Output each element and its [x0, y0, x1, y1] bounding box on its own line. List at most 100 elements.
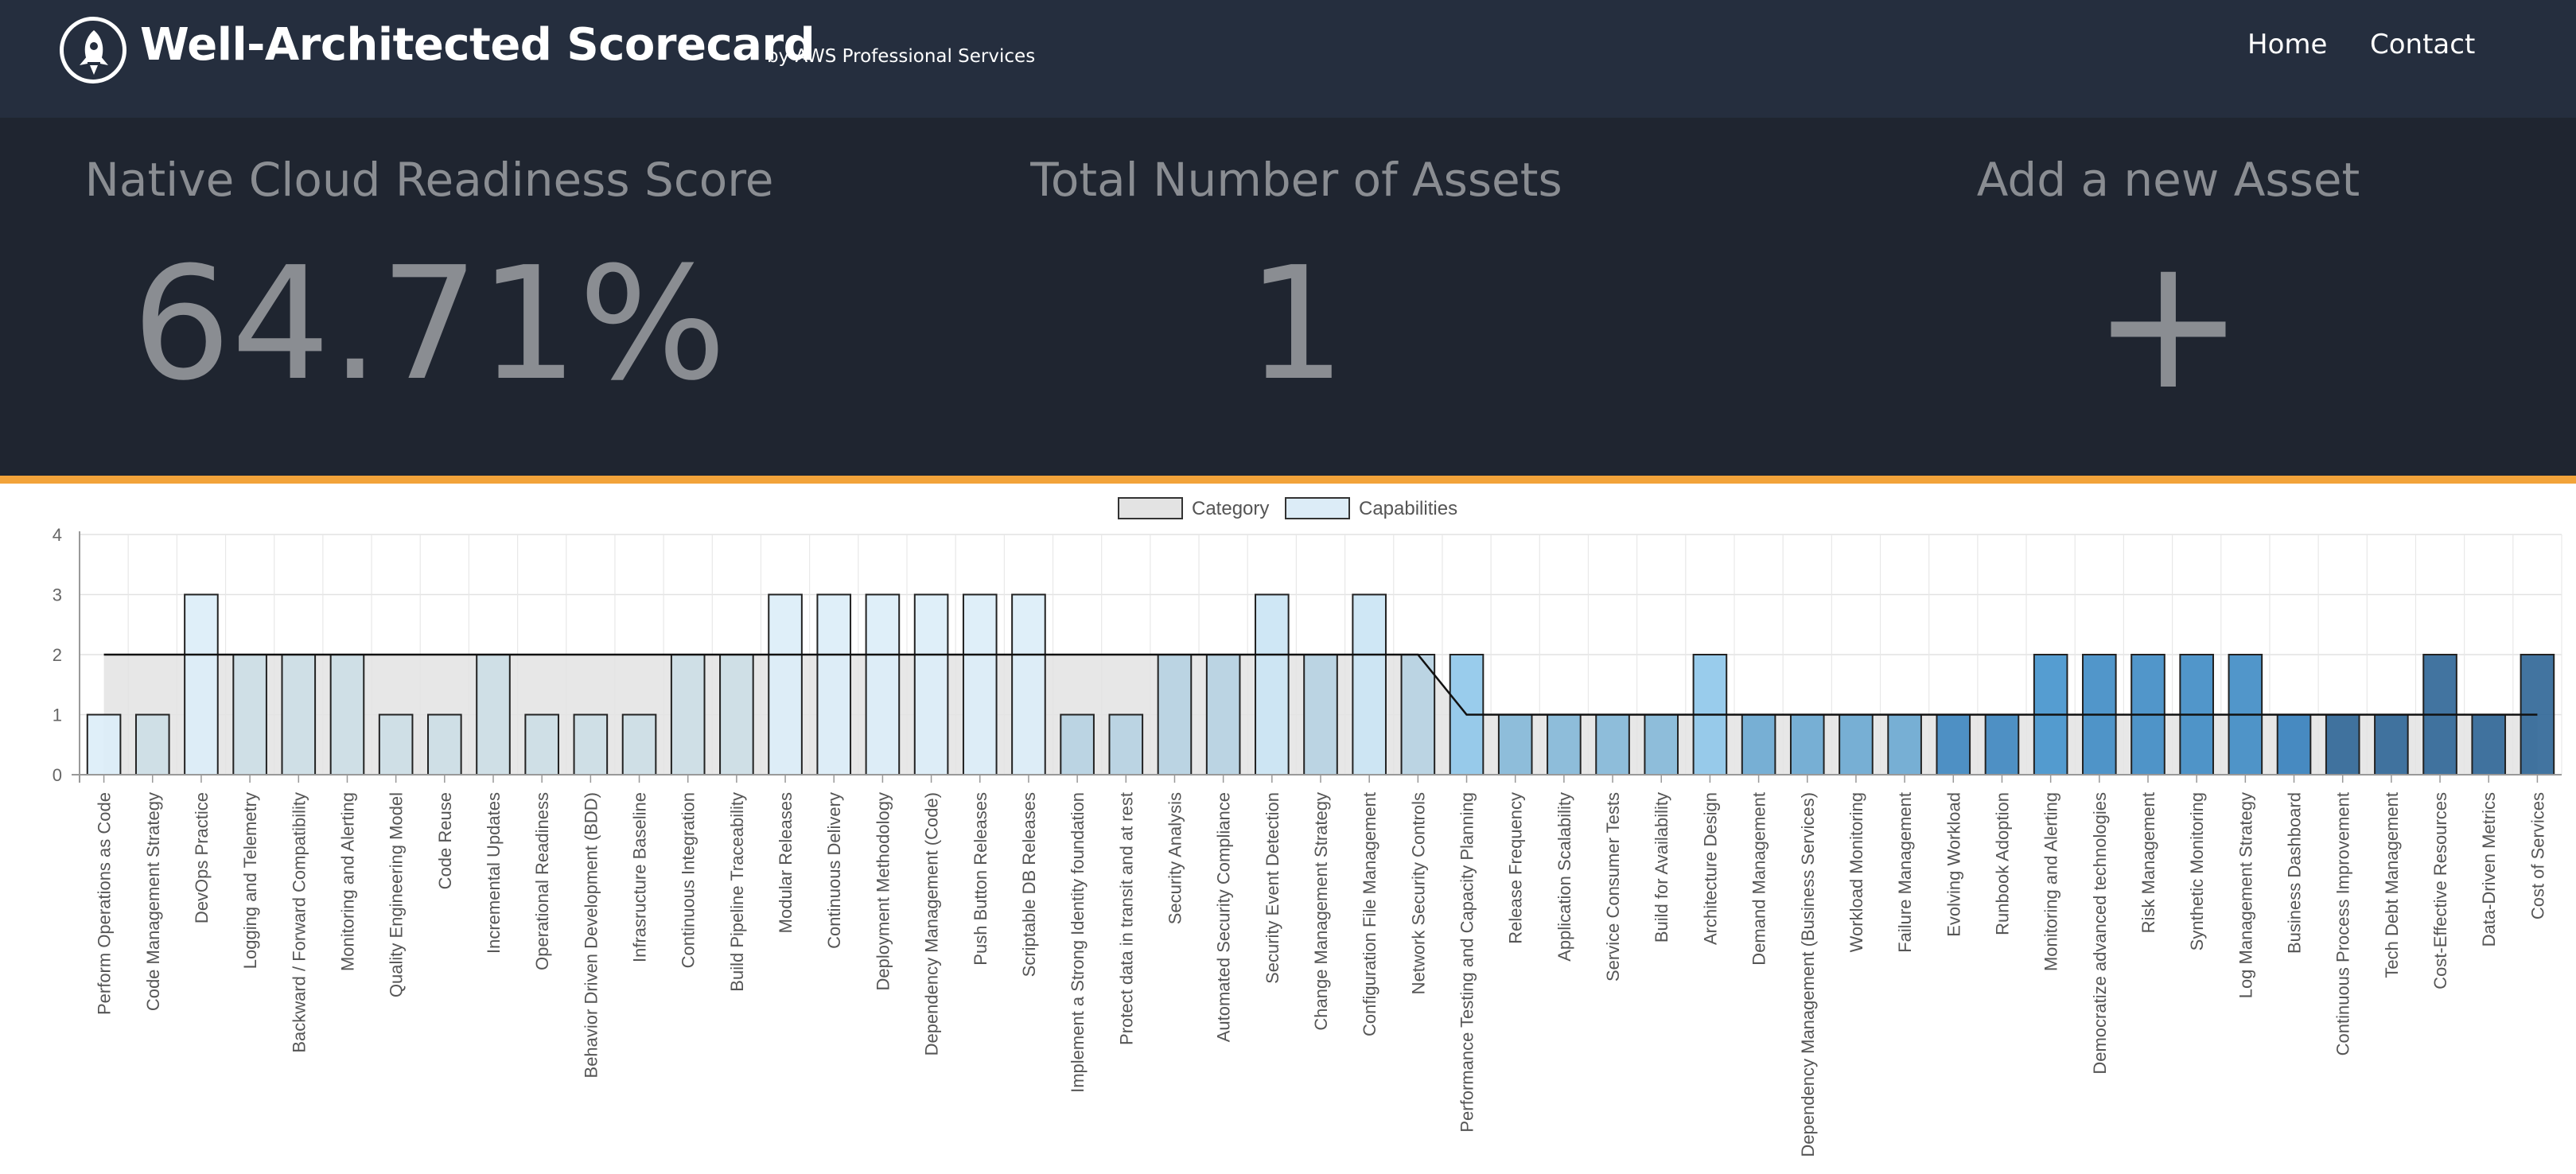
capability-bar [1595, 713, 1630, 776]
x-tick-label: Protect data in transit and at rest [1116, 792, 1136, 1045]
top-navbar: Well-Architected Scorecard by AWS Profes… [0, 0, 2576, 118]
x-tick-label: Push Button Releases [971, 792, 990, 966]
x-tick-label: Logging and Telemetry [240, 792, 260, 969]
capability-bar [670, 654, 706, 776]
x-tick-label: Code Reuse [435, 792, 455, 889]
x-tick-label: DevOps Practice [192, 792, 212, 923]
x-tick-label: Synthetic Monitoring [2187, 792, 2207, 950]
capability-bar [1789, 713, 1825, 776]
asset-count-value: 1 [1247, 234, 1346, 415]
nav-contact-link[interactable]: Contact [2370, 29, 2475, 60]
x-tick-label: Service Consumer Tests [1603, 792, 1623, 982]
x-tick-label: Infrasructure Baseline [630, 792, 650, 962]
legend-label-category: Category [1192, 498, 1269, 519]
capability-bar [621, 713, 657, 776]
capability-bar [1108, 713, 1144, 776]
x-tick-label: Quality Engineering Model [387, 792, 407, 997]
x-tick-label: Continuous Integration [679, 792, 698, 968]
y-tick-label: 1 [53, 706, 62, 725]
capability-bar [573, 713, 609, 776]
capability-bar [962, 593, 998, 776]
capability-bar [2471, 713, 2507, 776]
add-asset-label[interactable]: Add a new Asset [1739, 153, 2576, 207]
x-tick-label: Dependency Management (Code) [922, 792, 942, 1055]
x-tick-label: Dependency Management (Business Services… [1798, 792, 1818, 1157]
x-tick-label: Tech Debt Management [2382, 792, 2402, 978]
x-tick-label: Build for Availability [1652, 792, 1671, 943]
legend-label-capabilities: Capabilities [1359, 498, 1457, 519]
readiness-score-card: Native Cloud Readiness Score 64.71% [0, 118, 858, 476]
add-asset-card[interactable]: Add a new Asset + [1739, 118, 2576, 476]
capability-bar [1060, 713, 1095, 776]
y-tick-label: 3 [53, 585, 62, 605]
legend-swatch-category [1118, 497, 1183, 519]
capability-bar [1011, 593, 1046, 776]
x-tick-label: Cost-Effective Resources [2430, 792, 2450, 989]
capability-bar [1741, 713, 1776, 776]
app-subtitle: by AWS Professional Services [767, 46, 1036, 67]
x-tick-label: Operational Readiness [532, 792, 552, 970]
x-tick-label: Log Management Strategy [2236, 792, 2255, 998]
capabilities-chart-svg: Category Capabilities 0 1 2 3 4 Perform Operati… [53, 497, 2562, 1157]
x-tick-label: Evolving Workload [1944, 792, 1963, 937]
y-tick-label: 2 [53, 645, 62, 665]
x-tick-label: Runbook Adoption [1992, 792, 2012, 935]
readiness-score-label: Native Cloud Readiness Score [84, 153, 774, 207]
x-tick-label: Monitoring and Alerting [337, 792, 357, 971]
rocket-icon[interactable] [60, 17, 126, 84]
x-tick-label: Cost of Services [2527, 792, 2547, 919]
capabilities-chart: Category Capabilities 0 1 2 3 4 Perform Operati… [0, 484, 2576, 1174]
capability-bar [1497, 713, 1533, 776]
capability-bar [184, 593, 219, 776]
x-tick-label: Continuous Process Improvement [2333, 792, 2353, 1055]
x-tick-label: Implement a Strong Identity foundation [1068, 792, 1088, 1093]
capability-bar [1255, 593, 1290, 776]
x-tick-label: Build Pipeline Traceability [727, 792, 747, 992]
stats-panel: Native Cloud Readiness Score 64.71% Tota… [0, 118, 2576, 476]
accent-divider [0, 476, 2576, 484]
capability-bar [1303, 654, 1338, 776]
x-tick-label: Data-Driven Metrics [2479, 792, 2499, 947]
capability-bar [768, 593, 803, 776]
capability-bar [427, 713, 462, 776]
capability-bar [232, 654, 267, 776]
capability-bar [2276, 713, 2312, 776]
asset-count-card: Total Number of Assets 1 [867, 118, 1726, 476]
app-title[interactable]: Well-Architected Scorecard [140, 19, 815, 71]
x-tick-label: Failure Management [1895, 792, 1915, 953]
capability-bar [1205, 654, 1241, 776]
nav-home-link[interactable]: Home [2247, 29, 2327, 60]
x-tick-label: Change Management Strategy [1311, 792, 1331, 1031]
x-tick-label: Workload Monitoring [1846, 792, 1866, 952]
capability-bar [1157, 654, 1193, 776]
x-tick-label: Code Management Strategy [143, 792, 163, 1011]
capability-bar [1352, 593, 1387, 776]
capability-bar [1400, 654, 1436, 776]
x-tick-label: Configuration File Management [1360, 792, 1379, 1036]
capability-bar [913, 593, 949, 776]
capability-bar [2325, 713, 2360, 776]
legend-swatch-capabilities [1285, 497, 1350, 519]
capability-bar [1936, 713, 1971, 776]
x-tick-label: Continuous Delivery [824, 792, 844, 949]
x-tick-label: Network Security Controls [1408, 792, 1428, 994]
x-tick-label: Automated Security Compliance [1214, 792, 1234, 1042]
x-tick-label: Application Scalability [1555, 792, 1574, 962]
capability-bar [1887, 713, 1922, 776]
capability-bar [2374, 713, 2409, 776]
capability-bar [719, 654, 754, 776]
capability-bar [86, 713, 122, 776]
readiness-score-value: 64.71% [131, 234, 727, 415]
x-tick-label: Scriptable DB Releases [1019, 792, 1039, 977]
x-tick-label: Incremental Updates [484, 792, 504, 954]
add-asset-button[interactable]: + [1739, 233, 2576, 416]
x-tick-label: Behavior Driven Development (BDD) [581, 792, 601, 1078]
x-tick-label: Risk Management [2138, 792, 2158, 933]
x-tick-label: Business Dashboard [2285, 792, 2305, 954]
x-tick-label: Perform Operations as Code [95, 792, 115, 1015]
x-tick-label: Release Frequency [1506, 792, 1526, 944]
x-tick-label: Performance Testing and Capacity Plannin… [1457, 792, 1477, 1133]
x-tick-label: Deployment Methodology [873, 792, 893, 990]
capability-bar [865, 593, 901, 776]
capability-bar [134, 713, 170, 776]
